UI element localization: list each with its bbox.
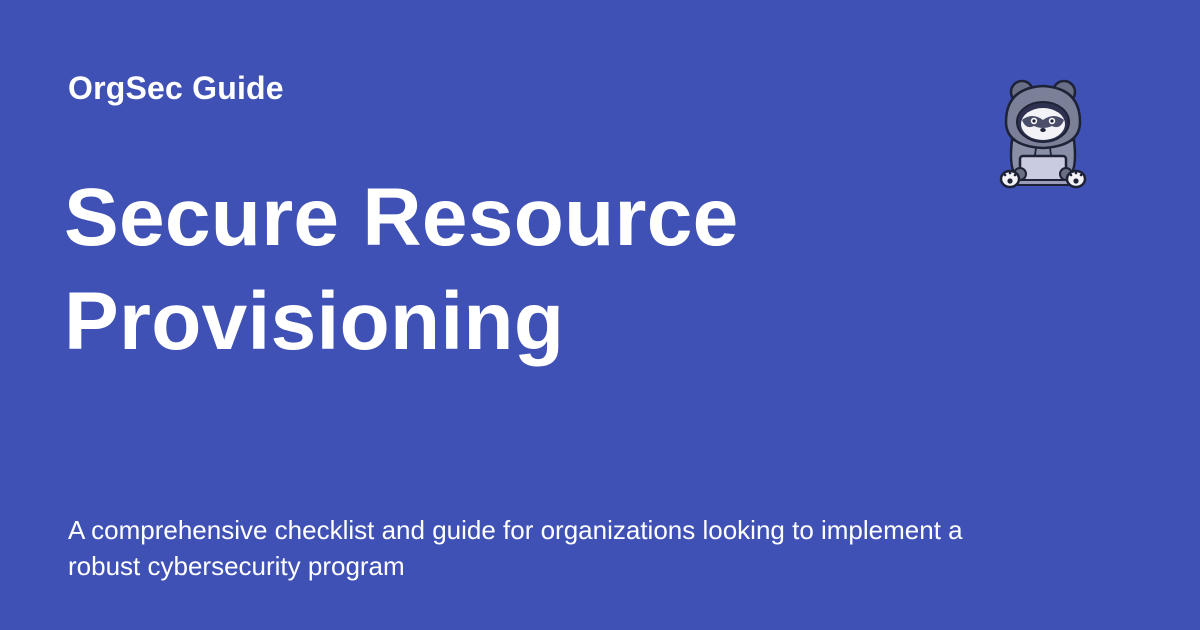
page-title: Secure Resource Provisioning (64, 166, 964, 374)
title-line-1: Secure Resource (64, 172, 739, 263)
brand-name: OrgSec Guide (68, 70, 284, 106)
page-subtitle: A comprehensive checklist and guide for … (68, 515, 963, 581)
hooded-raccoon-laptop-icon (999, 79, 1087, 189)
title-line-2: Provisioning (64, 276, 565, 367)
social-card: OrgSec Guide Secure Resource Provisionin… (0, 0, 1200, 630)
